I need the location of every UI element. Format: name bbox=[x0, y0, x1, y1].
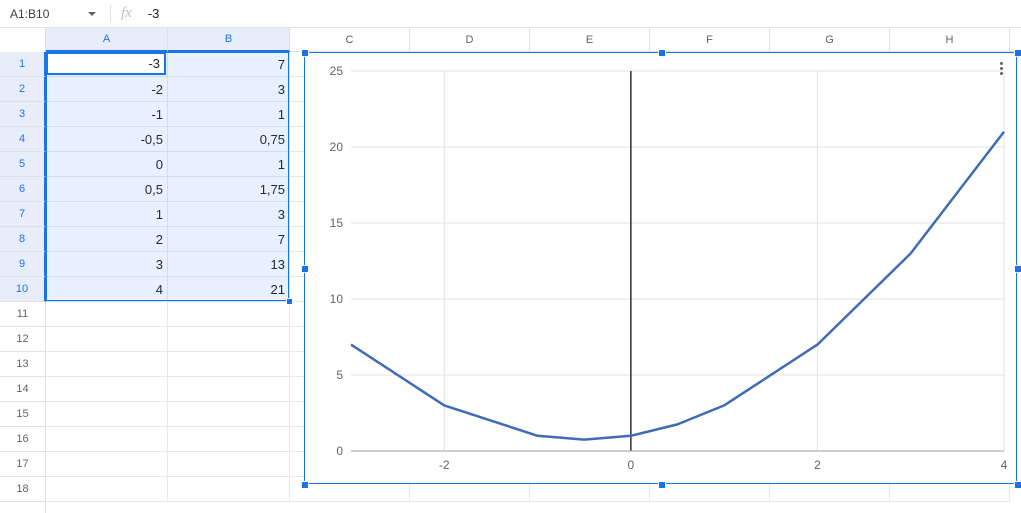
row-header[interactable]: 14 bbox=[0, 377, 45, 402]
name-box[interactable] bbox=[6, 4, 86, 24]
chart-svg: 0 5 10 15 20 25 -2 0 2 4 bbox=[305, 53, 1018, 485]
cell[interactable]: -0,5 bbox=[46, 127, 168, 152]
svg-text:20: 20 bbox=[330, 140, 344, 154]
cell[interactable]: 0,75 bbox=[168, 127, 290, 152]
row-header[interactable]: 2 bbox=[0, 77, 46, 102]
cell[interactable]: 7 bbox=[168, 52, 290, 77]
cell[interactable] bbox=[168, 427, 290, 452]
row-header[interactable]: 1 bbox=[0, 52, 46, 77]
cell[interactable]: 0,5 bbox=[46, 177, 168, 202]
svg-text:-2: -2 bbox=[439, 458, 450, 472]
cell[interactable] bbox=[168, 477, 290, 502]
svg-text:4: 4 bbox=[1001, 458, 1008, 472]
column-header[interactable]: G bbox=[770, 28, 890, 52]
row-header[interactable]: 6 bbox=[0, 177, 46, 202]
chart-resize-handle[interactable] bbox=[301, 481, 309, 489]
row-header[interactable]: 7 bbox=[0, 202, 46, 227]
cell[interactable]: 3 bbox=[46, 252, 168, 277]
svg-text:10: 10 bbox=[330, 292, 344, 306]
row-header[interactable]: 18 bbox=[0, 477, 45, 502]
chart-resize-handle[interactable] bbox=[658, 49, 666, 57]
cell[interactable]: 7 bbox=[168, 227, 290, 252]
cell[interactable]: -3 bbox=[46, 52, 168, 77]
formula-bar: fx bbox=[0, 0, 1021, 28]
cell[interactable] bbox=[46, 402, 168, 427]
row-headers: 123456789101112131415161718 bbox=[0, 52, 46, 513]
row-header[interactable]: 16 bbox=[0, 427, 45, 452]
cell[interactable] bbox=[168, 327, 290, 352]
cell[interactable]: 3 bbox=[168, 202, 290, 227]
row-header[interactable]: 9 bbox=[0, 252, 46, 277]
chart-resize-handle[interactable] bbox=[1014, 49, 1021, 57]
cell[interactable] bbox=[168, 452, 290, 477]
formula-input[interactable] bbox=[142, 4, 1015, 24]
column-header[interactable]: A bbox=[46, 28, 168, 52]
chart-resize-handle[interactable] bbox=[1014, 265, 1021, 273]
row-header[interactable]: 13 bbox=[0, 352, 45, 377]
svg-text:5: 5 bbox=[336, 368, 343, 382]
cell[interactable]: 1 bbox=[168, 152, 290, 177]
cell[interactable]: 1 bbox=[46, 202, 168, 227]
cell[interactable]: 1 bbox=[168, 102, 290, 127]
row-header[interactable]: 5 bbox=[0, 152, 46, 177]
svg-text:0: 0 bbox=[628, 458, 635, 472]
cells-area[interactable]: -37-23-11-0,50,75010,51,751327313421-305… bbox=[46, 52, 1021, 513]
cell[interactable]: 4 bbox=[46, 277, 168, 302]
row-header[interactable]: 8 bbox=[0, 227, 46, 252]
select-all-corner[interactable] bbox=[0, 28, 46, 52]
chart-resize-handle[interactable] bbox=[658, 481, 666, 489]
chart-resize-handle[interactable] bbox=[1014, 481, 1021, 489]
svg-text:0: 0 bbox=[336, 444, 343, 458]
column-headers: ABCDEFGH bbox=[0, 28, 1021, 52]
cell[interactable] bbox=[168, 402, 290, 427]
cell[interactable] bbox=[46, 477, 168, 502]
row-header[interactable]: 10 bbox=[0, 277, 46, 302]
row-header[interactable]: 11 bbox=[0, 302, 45, 327]
cell[interactable]: 2 bbox=[46, 227, 168, 252]
svg-text:25: 25 bbox=[330, 64, 344, 78]
svg-text:15: 15 bbox=[330, 216, 344, 230]
cell[interactable] bbox=[46, 352, 168, 377]
column-header[interactable]: E bbox=[530, 28, 650, 52]
cell[interactable] bbox=[168, 352, 290, 377]
spreadsheet-grid[interactable]: ABCDEFGH 123456789101112131415161718 -37… bbox=[0, 28, 1021, 513]
cell[interactable]: 13 bbox=[168, 252, 290, 277]
column-header[interactable]: H bbox=[890, 28, 1010, 52]
cell[interactable] bbox=[46, 327, 168, 352]
fx-icon: fx bbox=[119, 5, 134, 22]
row-header[interactable]: 12 bbox=[0, 327, 45, 352]
cell[interactable]: -2 bbox=[46, 77, 168, 102]
column-header[interactable]: B bbox=[168, 28, 290, 52]
cell[interactable] bbox=[168, 377, 290, 402]
embedded-chart[interactable]: 0 5 10 15 20 25 -2 0 2 4 bbox=[304, 52, 1017, 484]
column-header[interactable]: F bbox=[650, 28, 770, 52]
cell[interactable]: 3 bbox=[168, 77, 290, 102]
chevron-down-icon[interactable] bbox=[88, 12, 96, 16]
row-header[interactable]: 15 bbox=[0, 402, 45, 427]
column-header[interactable]: D bbox=[410, 28, 530, 52]
row-header[interactable]: 3 bbox=[0, 102, 46, 127]
chart-menu-icon[interactable] bbox=[992, 59, 1010, 77]
svg-text:2: 2 bbox=[814, 458, 821, 472]
cell[interactable] bbox=[46, 427, 168, 452]
cell[interactable] bbox=[46, 452, 168, 477]
cell[interactable]: -1 bbox=[46, 102, 168, 127]
cell[interactable]: 1,75 bbox=[168, 177, 290, 202]
cell[interactable]: 0 bbox=[46, 152, 168, 177]
chart-resize-handle[interactable] bbox=[301, 265, 309, 273]
chart-series-line bbox=[351, 132, 1004, 440]
row-header[interactable]: 17 bbox=[0, 452, 45, 477]
chart-resize-handle[interactable] bbox=[301, 49, 309, 57]
cell[interactable] bbox=[46, 302, 168, 327]
cell[interactable] bbox=[168, 302, 290, 327]
row-header[interactable]: 4 bbox=[0, 127, 46, 152]
cell[interactable]: 21 bbox=[168, 277, 290, 302]
cell[interactable] bbox=[46, 377, 168, 402]
separator bbox=[110, 5, 111, 23]
